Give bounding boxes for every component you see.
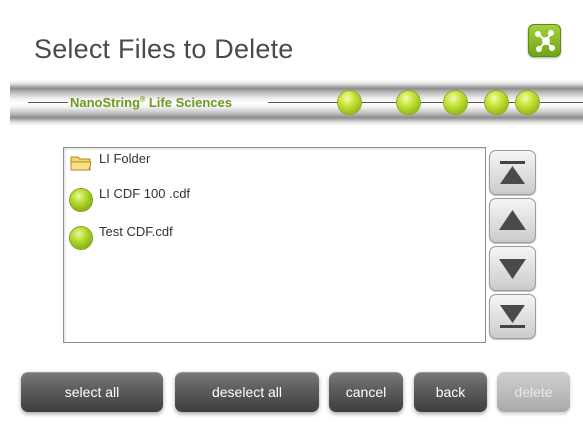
banner-line-left — [28, 102, 68, 103]
scroll-up-button[interactable] — [489, 198, 536, 243]
scroll-bottom-button[interactable] — [489, 294, 536, 339]
green-ball-icon — [70, 189, 92, 211]
progress-dot-3 — [444, 91, 467, 114]
folder-icon — [70, 156, 92, 171]
green-ball-icon — [70, 227, 92, 249]
scroll-top-icon — [500, 161, 525, 184]
network-button[interactable] — [528, 24, 561, 57]
page-title: Select Files to Delete — [34, 34, 294, 64]
brand-name: NanoString® Life Sciences — [70, 95, 232, 110]
scroll-top-button[interactable] — [489, 150, 536, 195]
scroll-bottom-icon — [500, 305, 525, 328]
progress-dot-2 — [397, 91, 420, 114]
progress-dot-5 — [516, 91, 539, 114]
select-all-button[interactable]: select all — [21, 372, 163, 412]
deselect-all-button[interactable]: deselect all — [175, 372, 319, 412]
brand-banner: NanoString® Life Sciences — [10, 80, 583, 126]
progress-dot-1 — [338, 91, 361, 114]
scroll-up-icon — [499, 210, 526, 230]
scroll-down-button[interactable] — [489, 246, 536, 291]
file-label: LI CDF 100 .cdf — [99, 186, 191, 201]
file-label: LI Folder — [99, 151, 151, 166]
progress-dot-4 — [485, 91, 508, 114]
file-label: Test CDF.cdf — [99, 224, 173, 239]
cancel-button[interactable]: cancel — [329, 372, 403, 412]
scroll-down-icon — [499, 259, 526, 279]
back-button[interactable]: back — [414, 372, 487, 412]
file-list[interactable]: LI Folder LI CDF 100 .cdf Test CDF.cdf — [63, 147, 486, 343]
network-share-icon — [535, 30, 555, 52]
delete-button[interactable]: delete — [497, 372, 570, 412]
